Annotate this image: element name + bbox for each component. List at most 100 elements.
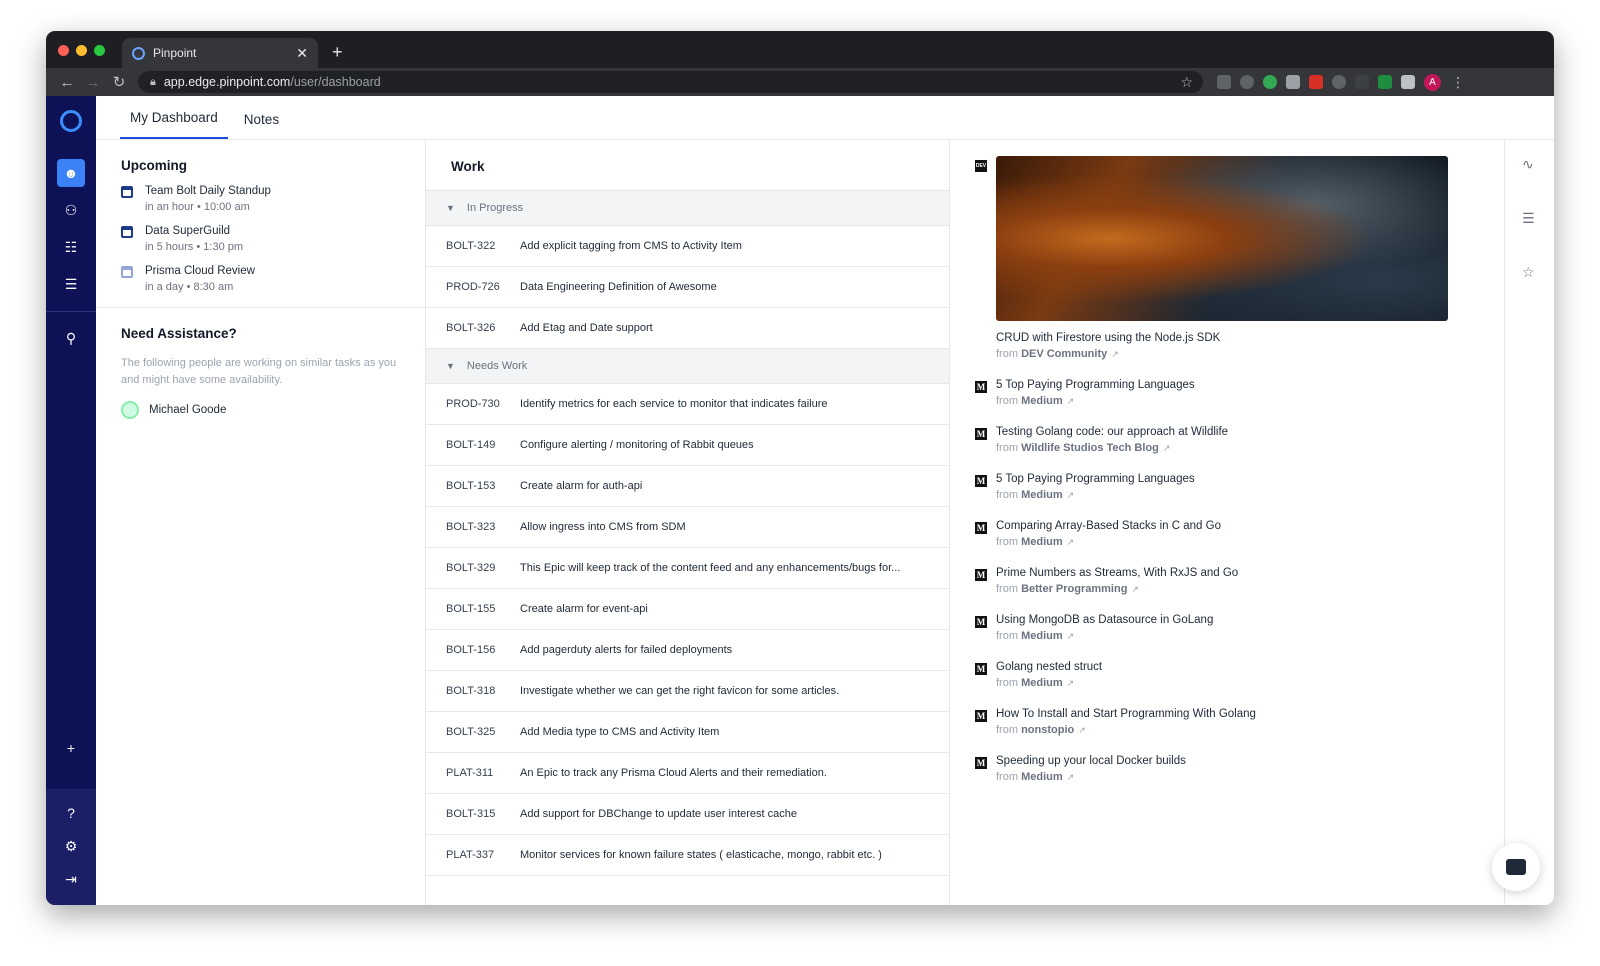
event-item[interactable]: Data SuperGuild in 5 hours • 1:30 pm (121, 225, 400, 253)
org-chart-icon[interactable]: ☷ (57, 233, 85, 261)
article-title[interactable]: Golang nested struct (996, 661, 1102, 673)
puzzle-extensions-icon[interactable] (1401, 75, 1415, 89)
list-icon[interactable]: ☰ (57, 270, 85, 298)
back-icon[interactable]: ← (54, 74, 80, 91)
extension-icon[interactable] (1217, 75, 1231, 89)
article-title[interactable]: Speeding up your local Docker builds (996, 755, 1186, 767)
article-item[interactable]: M How To Install and Start Programming Wi… (975, 708, 1256, 736)
article-source-name[interactable]: DEV Community (1021, 348, 1107, 360)
person-item[interactable]: Michael Goode (121, 401, 400, 419)
external-link-icon[interactable]: ↗ (1078, 725, 1086, 735)
article-source-name[interactable]: Better Programming (1021, 583, 1127, 595)
article-source-name[interactable]: Medium (1021, 630, 1063, 642)
bookmark-star-icon[interactable]: ☆ (1180, 74, 1193, 91)
work-item-row[interactable]: PROD-726 Data Engineering Definition of A… (426, 267, 949, 308)
external-link-icon[interactable]: ↗ (1067, 772, 1075, 782)
article-item[interactable]: M Using MongoDB as Datasource in GoLang fr… (975, 614, 1213, 642)
browser-tab[interactable]: Pinpoint ✕ (122, 38, 318, 68)
team-icon[interactable]: ⚇ (57, 196, 85, 224)
extension-icon[interactable] (1309, 75, 1323, 89)
work-group-header[interactable]: ▼ Needs Work (426, 349, 949, 384)
pinpoint-logo-icon[interactable] (60, 110, 82, 132)
new-tab-button[interactable]: + (332, 42, 343, 63)
add-icon[interactable]: + (57, 734, 85, 762)
close-window-button[interactable] (58, 45, 69, 56)
work-item-row[interactable]: BOLT-322 Add explicit tagging from CMS to… (426, 226, 949, 267)
external-link-icon[interactable]: ↗ (1067, 537, 1075, 547)
extension-icon[interactable] (1263, 75, 1277, 89)
article-source-name[interactable]: nonstopio (1021, 724, 1074, 736)
tab-notes[interactable]: Notes (234, 112, 289, 139)
article-item[interactable]: M Speeding up your local Docker builds fro… (975, 755, 1186, 783)
article-source-name[interactable]: Medium (1021, 771, 1063, 783)
article-item[interactable]: M Testing Golang code: our approach at Wi… (975, 426, 1228, 454)
maximize-window-button[interactable] (94, 45, 105, 56)
external-link-icon[interactable]: ↗ (1067, 396, 1075, 406)
article-title[interactable]: CRUD with Firestore using the Node.js SD… (996, 332, 1220, 344)
work-item-row[interactable]: BOLT-326 Add Etag and Date support (426, 308, 949, 349)
work-item-row[interactable]: BOLT-156 Add pagerduty alerts for failed … (426, 630, 949, 671)
article-title[interactable]: How To Install and Start Programming Wit… (996, 708, 1256, 720)
reload-icon[interactable]: ↻ (106, 73, 132, 91)
external-link-icon[interactable]: ↗ (1111, 349, 1119, 359)
article-title[interactable]: Using MongoDB as Datasource in GoLang (996, 614, 1213, 626)
work-item-row[interactable]: BOLT-149 Configure alerting / monitoring … (426, 425, 949, 466)
url-input[interactable]: 🔒︎ app.edge.pinpoint.com/user/dashboard … (138, 71, 1203, 93)
article-item[interactable]: M Comparing Array-Based Stacks in C and G… (975, 520, 1221, 548)
work-item-row[interactable]: BOLT-329 This Epic will keep track of the… (426, 548, 949, 589)
work-item-row[interactable]: BOLT-318 Investigate whether we can get t… (426, 671, 949, 712)
article-item[interactable]: M Prime Numbers as Streams, With RxJS and… (975, 567, 1238, 595)
tab-my-dashboard[interactable]: My Dashboard (120, 110, 228, 139)
article-source-name[interactable]: Medium (1021, 395, 1063, 407)
browser-menu-icon[interactable]: ⋮ (1451, 74, 1465, 91)
extension-icon[interactable] (1332, 75, 1346, 89)
extension-icon[interactable] (1355, 75, 1369, 89)
user-icon[interactable]: ☻ (57, 159, 85, 187)
work-item-row[interactable]: BOLT-315 Add support for DBChange to upda… (426, 794, 949, 835)
article-item[interactable]: M Golang nested struct from Medium ↗ (975, 661, 1102, 689)
article-item[interactable]: M 5 Top Paying Programming Languages from … (975, 473, 1195, 501)
help-icon[interactable]: ? (57, 799, 85, 827)
work-item-row[interactable]: BOLT-155 Create alarm for event-api (426, 589, 949, 630)
event-item[interactable]: Team Bolt Daily Standup in an hour • 10:… (121, 185, 400, 213)
search-icon[interactable]: ⚲ (57, 324, 85, 352)
forward-icon[interactable]: → (80, 74, 106, 91)
extension-icon[interactable] (1286, 75, 1300, 89)
work-item-row[interactable]: PROD-730 Identify metrics for each servic… (426, 384, 949, 425)
article-source-name[interactable]: Wildlife Studios Tech Blog (1021, 442, 1159, 454)
work-group-header[interactable]: ▼ In Progress (426, 191, 949, 226)
close-tab-icon[interactable]: ✕ (296, 45, 308, 62)
article-item[interactable]: CRUD with Firestore using the Node.js SD… (975, 332, 1220, 360)
article-source-name[interactable]: Medium (1021, 677, 1063, 689)
article-title[interactable]: Testing Golang code: our approach at Wil… (996, 426, 1228, 438)
extension-icon[interactable] (1378, 75, 1392, 89)
settings-icon[interactable]: ⚙ (57, 832, 85, 860)
article-title[interactable]: 5 Top Paying Programming Languages (996, 379, 1195, 391)
article-hero-image[interactable] (996, 156, 1448, 321)
work-item-row[interactable]: PLAT-337 Monitor services for known failu… (426, 835, 949, 876)
external-link-icon[interactable]: ↗ (1131, 584, 1139, 594)
article-title[interactable]: 5 Top Paying Programming Languages (996, 473, 1195, 485)
article-title[interactable]: Prime Numbers as Streams, With RxJS and … (996, 567, 1238, 579)
chat-launcher-button[interactable] (1492, 843, 1540, 891)
profile-avatar[interactable]: A (1424, 73, 1441, 91)
star-icon[interactable]: ☆ (1522, 264, 1535, 281)
article-source-name[interactable]: Medium (1021, 489, 1063, 501)
work-item-row[interactable]: BOLT-153 Create alarm for auth-api (426, 466, 949, 507)
work-item-row[interactable]: BOLT-323 Allow ingress into CMS from SDM (426, 507, 949, 548)
external-link-icon[interactable]: ↗ (1067, 631, 1075, 641)
article-item[interactable]: M 5 Top Paying Programming Languages from … (975, 379, 1195, 407)
article-title[interactable]: Comparing Array-Based Stacks in C and Go (996, 520, 1221, 532)
work-item-row[interactable]: BOLT-325 Add Media type to CMS and Activi… (426, 712, 949, 753)
external-link-icon[interactable]: ↗ (1067, 490, 1075, 500)
checklist-icon[interactable]: ☰ (1522, 210, 1535, 227)
minimize-window-button[interactable] (76, 45, 87, 56)
logout-icon[interactable]: ⇥ (57, 865, 85, 893)
external-link-icon[interactable]: ↗ (1067, 678, 1075, 688)
activity-icon[interactable]: ∿ (1522, 156, 1534, 173)
extension-icon[interactable] (1240, 75, 1254, 89)
work-item-row[interactable]: PLAT-311 An Epic to track any Prisma Clou… (426, 753, 949, 794)
external-link-icon[interactable]: ↗ (1163, 443, 1171, 453)
article-source-name[interactable]: Medium (1021, 536, 1063, 548)
event-item[interactable]: Prisma Cloud Review in a day • 8:30 am (121, 265, 400, 293)
